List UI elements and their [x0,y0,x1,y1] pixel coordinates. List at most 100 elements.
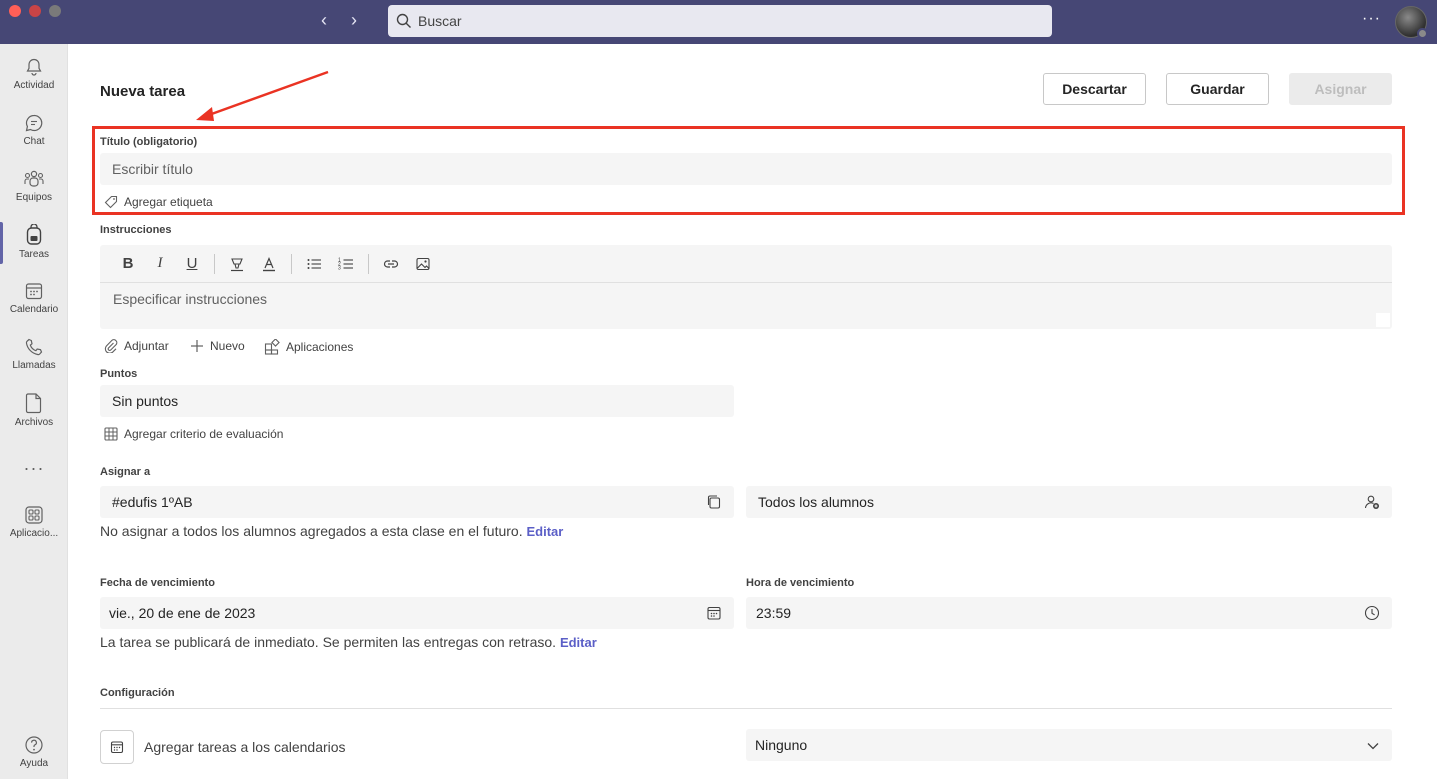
calendar-icon[interactable] [706,605,722,621]
back-arrow-icon[interactable]: ‹ [321,10,327,31]
rail-item-archivos[interactable]: Archivos [0,382,68,438]
rail-item-calendario[interactable]: Calendario [0,270,68,326]
assign-note-text: No asignar a todos los alumnos agregados… [100,523,523,539]
window-close-button[interactable] [9,5,21,17]
rail-item-actividad[interactable]: Actividad [0,46,68,102]
due-edit-link[interactable]: Editar [560,635,597,650]
toolbar-divider [368,253,369,274]
backpack-icon [26,224,42,245]
forward-arrow-icon[interactable]: › [351,10,357,31]
instructions-editor[interactable]: B I U 123 Especificar instrucciones [100,245,1392,329]
rail-label: Actividad [13,80,55,91]
calendar-icon [110,741,124,754]
insert-image-button[interactable] [407,250,439,278]
rail-label: Aplicacio... [9,528,59,539]
rail-item-llamadas[interactable]: Llamadas [0,326,68,382]
app-rail: Actividad Chat Equipos Tareas Calendario… [0,44,68,779]
rail-label: Equipos [15,192,53,203]
due-note: La tarea se publicará de inmediato. Se p… [100,634,597,650]
highlight-button[interactable] [221,250,253,278]
calendar-dropdown-value: Ninguno [755,737,808,753]
class-selector[interactable]: #edufis 1ºAB [100,486,734,518]
italic-button[interactable]: I [144,250,176,278]
annotation-arrow-icon [196,70,329,121]
numbered-list-button[interactable]: 123 [330,250,362,278]
attach-label: Adjuntar [124,339,169,353]
numbered-list-icon: 123 [338,257,353,271]
new-file-button[interactable]: Nuevo [190,339,245,353]
window-zoom-button[interactable] [49,5,61,17]
font-color-button[interactable] [253,250,285,278]
assign-note: No asignar a todos los alumnos agregados… [100,523,563,539]
rail-item-chat[interactable]: Chat [0,102,68,158]
highlighter-icon [231,257,243,271]
chevron-down-icon [1367,743,1379,750]
window-minimize-button[interactable] [29,5,41,17]
link-icon [383,259,399,268]
rail-item-equipos[interactable]: Equipos [0,158,68,214]
svg-text:3: 3 [338,265,341,271]
paperclip-icon [104,339,118,353]
font-color-icon [263,256,275,271]
assign-edit-link[interactable]: Editar [526,524,563,539]
attach-button[interactable]: Adjuntar [104,339,169,353]
add-rubric-link[interactable]: Agregar criterio de evaluación [104,427,283,441]
rail-item-ayuda[interactable]: Ayuda [0,724,68,779]
assign-button[interactable]: Asignar [1289,73,1392,105]
points-input[interactable]: Sin puntos [100,385,734,417]
apps-label: Aplicaciones [286,340,354,354]
discard-button[interactable]: Descartar [1043,73,1146,105]
rail-item-tareas[interactable]: Tareas [0,214,68,270]
calendar-icon [25,283,43,300]
students-value: Todos los alumnos [758,494,874,510]
due-time-value: 23:59 [756,605,792,621]
due-note-text: La tarea se publicará de inmediato. Se p… [100,634,557,650]
due-date-value: vie., 20 de ene de 2023 [109,605,256,621]
more-apps-icon[interactable]: ··· [0,458,68,479]
bullet-list-button[interactable] [298,250,330,278]
apps-icon [25,506,43,524]
tag-icon [104,195,118,209]
title-input[interactable]: Escribir título [100,153,1392,185]
bell-icon [26,58,42,76]
save-button[interactable]: Guardar [1166,73,1269,105]
students-selector[interactable]: Todos los alumnos [746,486,1392,518]
phone-icon [25,338,43,356]
apps-button[interactable]: Aplicaciones [264,339,353,355]
calendar-dropdown[interactable]: Ninguno [746,729,1392,761]
instructions-placeholder: Especificar instrucciones [113,291,268,307]
rail-label: Llamadas [12,360,56,371]
resize-handle[interactable] [1376,313,1390,327]
new-assignment-form: Nueva tarea Descartar Guardar Asignar Tí… [68,44,1437,779]
due-date-picker[interactable]: vie., 20 de ene de 2023 [100,597,734,629]
rail-label: Tareas [18,249,49,260]
rail-item-aplicaciones[interactable]: Aplicacio... [0,494,68,550]
assign-to-label: Asignar a [100,466,151,478]
person-add-icon[interactable] [1364,494,1380,510]
avatar[interactable] [1395,6,1428,39]
instructions-label: Instrucciones [100,224,172,236]
clock-icon[interactable] [1364,605,1380,621]
plus-icon [191,340,203,352]
title-bar: ‹ › ··· [0,0,1437,44]
underline-button[interactable]: U [176,250,208,278]
more-options-icon[interactable]: ··· [1362,10,1381,28]
copy-icon[interactable] [706,494,722,510]
due-time-label: Hora de vencimiento [746,577,855,589]
settings-divider [100,708,1392,709]
due-time-picker[interactable]: 23:59 [746,597,1392,629]
insert-link-button[interactable] [375,250,407,278]
bullet-list-icon [307,258,321,269]
due-date-label: Fecha de vencimiento [100,577,215,589]
points-label: Puntos [100,368,138,380]
add-tag-link[interactable]: Agregar etiqueta [104,195,213,209]
rail-label: Archivos [14,417,54,428]
page-title: Nueva tarea [100,83,186,100]
search-icon [396,13,411,28]
calendar-settings-icon-box [100,730,134,764]
search-input[interactable] [418,13,1018,29]
toolbar-divider [291,253,292,274]
bold-button[interactable]: B [112,250,144,278]
search-box[interactable] [388,5,1052,37]
rail-label: Calendario [9,304,59,315]
